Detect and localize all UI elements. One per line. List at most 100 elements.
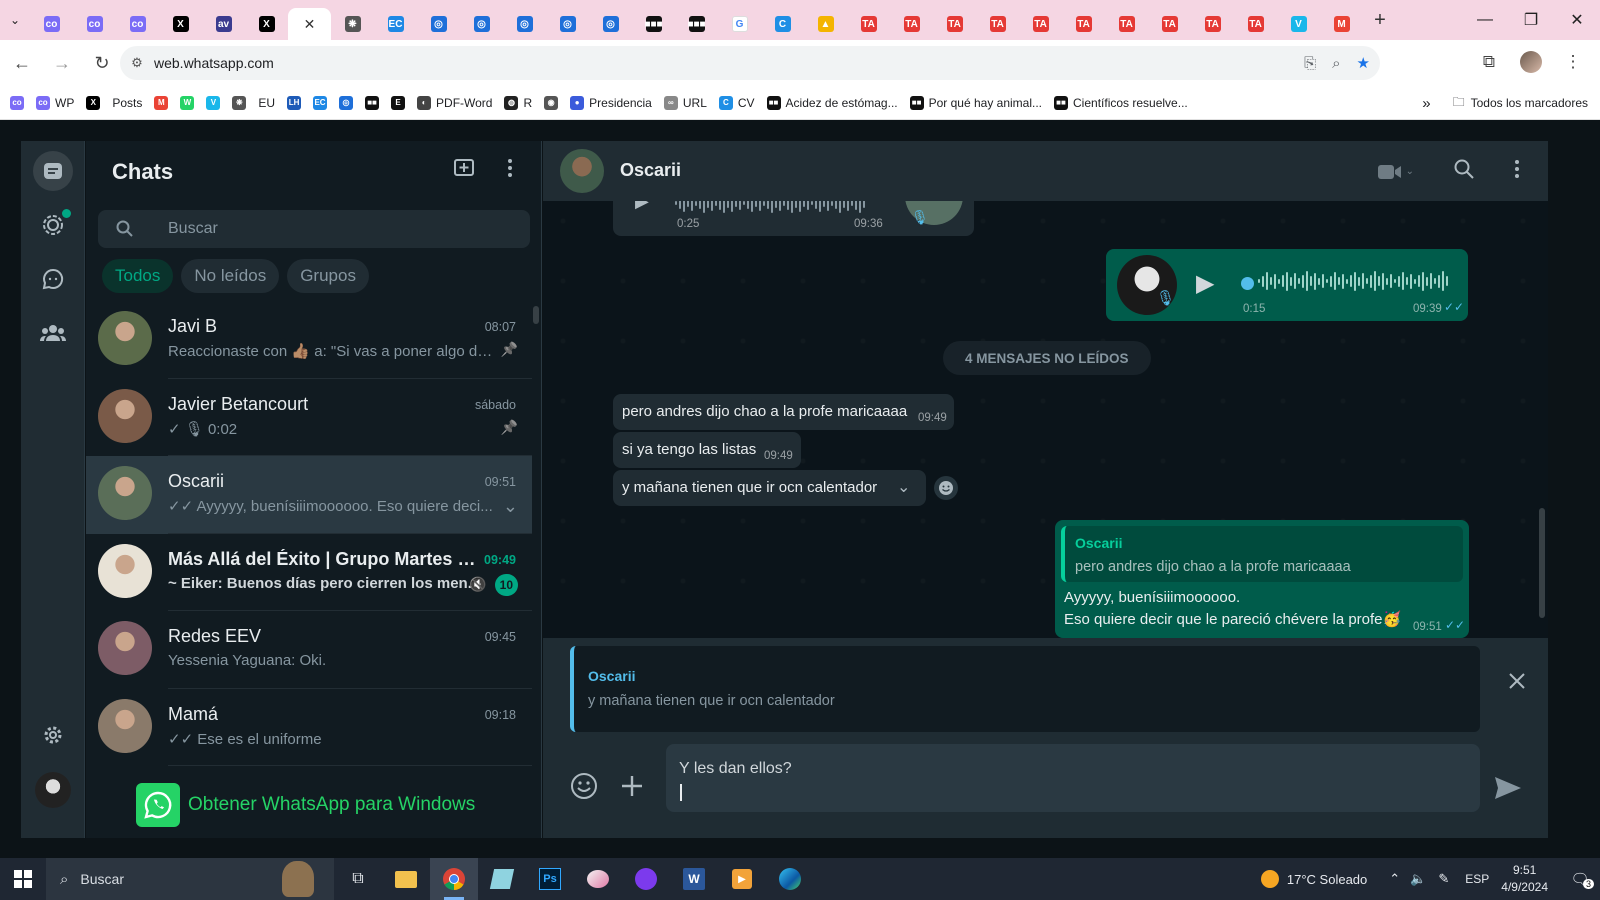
- channels-nav-icon[interactable]: [33, 259, 73, 299]
- browser-tab[interactable]: C: [761, 8, 804, 40]
- brave-browser-icon[interactable]: [622, 858, 670, 900]
- word-icon[interactable]: W: [670, 858, 718, 900]
- voice-progress-dot[interactable]: [1241, 277, 1254, 290]
- weather-sun-icon[interactable]: [1260, 870, 1279, 888]
- message-incoming[interactable]: pero andres dijo chao a la profe maricaa…: [613, 394, 954, 430]
- language-indicator[interactable]: ESP: [1465, 872, 1489, 886]
- react-emoji-icon[interactable]: [934, 476, 958, 500]
- bookmark-item[interactable]: X: [86, 95, 101, 110]
- browser-tab[interactable]: TA: [1148, 8, 1191, 40]
- contact-avatar[interactable]: [560, 149, 604, 193]
- messages-scrollbar[interactable]: [1539, 508, 1545, 618]
- message-options-chevron-icon[interactable]: ⌄: [897, 477, 910, 497]
- tab-search-button[interactable]: ⌄: [0, 0, 30, 40]
- message-outgoing-reply[interactable]: Oscarii pero andres dijo chao a la profe…: [1055, 520, 1469, 638]
- all-bookmarks-folder[interactable]: 🗀 Todos los marcadores: [1453, 93, 1588, 114]
- browser-tab[interactable]: TA: [1191, 8, 1234, 40]
- reply-preview[interactable]: Oscarii y mañana tienen que ir ocn calen…: [570, 646, 1480, 732]
- chrome-icon[interactable]: [430, 858, 478, 900]
- browser-tab[interactable]: ▲: [804, 8, 847, 40]
- notifications-icon[interactable]: 🗨 3: [1560, 870, 1600, 889]
- play-icon[interactable]: ▶: [635, 201, 649, 212]
- filter-unread[interactable]: No leídos: [181, 259, 280, 293]
- browser-tab[interactable]: ◎: [460, 8, 503, 40]
- task-view-icon[interactable]: ⧉: [334, 858, 382, 900]
- volume-icon[interactable]: 🔈: [1410, 871, 1426, 887]
- bookmark-item[interactable]: EC: [313, 95, 328, 110]
- emoji-icon[interactable]: [570, 772, 598, 805]
- browser-tab[interactable]: av: [202, 8, 245, 40]
- minimize-button[interactable]: —: [1462, 0, 1508, 40]
- browser-tab[interactable]: TA: [1234, 8, 1277, 40]
- bookmark-item[interactable]: Posts: [112, 96, 142, 110]
- more-bookmarks-icon[interactable]: »: [1422, 95, 1430, 112]
- pen-icon[interactable]: ✎: [1438, 871, 1449, 887]
- bookmark-item[interactable]: EU: [258, 96, 275, 110]
- browser-tab[interactable]: G: [718, 8, 761, 40]
- filter-groups[interactable]: Grupos: [287, 259, 369, 293]
- browser-tab[interactable]: co: [116, 8, 159, 40]
- voice-waveform[interactable]: [1258, 271, 1448, 291]
- chat-list-item[interactable]: Oscarii 09:51 ✓✓ Ayyyyy, buenísiiimoooooo.…: [86, 456, 532, 534]
- browser-tab[interactable]: ■■■: [675, 8, 718, 40]
- browser-tab[interactable]: TA: [1019, 8, 1062, 40]
- browser-tab[interactable]: TA: [890, 8, 933, 40]
- bookmark-item[interactable]: ◍ R: [504, 95, 532, 110]
- profile-avatar[interactable]: [1520, 51, 1542, 73]
- browser-tab[interactable]: EC: [374, 8, 417, 40]
- bookmark-item[interactable]: W: [180, 95, 195, 110]
- send-icon[interactable]: [1494, 776, 1522, 805]
- voice-message-outgoing[interactable]: 🎙 ▶ 0:15 09:39 ✓✓: [1106, 249, 1468, 321]
- sidebar-scrollbar[interactable]: [533, 306, 539, 324]
- new-chat-icon[interactable]: [453, 157, 475, 184]
- bookmark-item[interactable]: E: [391, 95, 406, 110]
- chats-nav-icon[interactable]: [33, 151, 73, 191]
- bookmark-item[interactable]: co: [10, 95, 24, 110]
- attach-plus-icon[interactable]: [620, 774, 644, 803]
- close-window-button[interactable]: ✕: [1554, 0, 1600, 40]
- clock[interactable]: 9:51 4/9/2024: [1501, 862, 1548, 896]
- bookmark-item[interactable]: co WP: [36, 95, 74, 110]
- edge-icon[interactable]: [766, 858, 814, 900]
- play-icon[interactable]: ▶: [1196, 269, 1214, 298]
- voice-waveform[interactable]: [675, 201, 865, 213]
- restore-button[interactable]: ❐: [1508, 0, 1554, 40]
- chat-list-item[interactable]: Javi B 08:07 Reaccionaste con 👍🏽 a: "Si va…: [86, 301, 532, 379]
- photoshop-icon[interactable]: Ps: [526, 858, 574, 900]
- bookmark-item[interactable]: ◎: [339, 95, 354, 110]
- address-bar[interactable]: ⚙ web.whatsapp.com ⎘ ⌕ ★: [120, 46, 1380, 80]
- browser-tab[interactable]: ◎: [417, 8, 460, 40]
- extensions-icon[interactable]: ⧉: [1472, 45, 1506, 79]
- bookmark-item[interactable]: ◐ PDF-Word: [417, 95, 492, 110]
- browser-tab[interactable]: ◎: [546, 8, 589, 40]
- browser-tab[interactable]: ■■■: [632, 8, 675, 40]
- message-incoming[interactable]: y mañana tienen que ir ocn calentador ⌄: [613, 470, 926, 506]
- start-button[interactable]: [0, 858, 46, 900]
- bookmark-item[interactable]: ■■ Científicos resuelve...: [1054, 95, 1188, 110]
- chat-list-item[interactable]: Redes EEV 09:45 Yessenia Yaguana: Oki.: [86, 611, 532, 689]
- bookmark-item[interactable]: ∞ URL: [663, 95, 707, 110]
- video-call-icon[interactable]: ⌄: [1377, 164, 1414, 180]
- settings-gear-icon[interactable]: [33, 715, 73, 755]
- browser-tab[interactable]: TA: [976, 8, 1019, 40]
- browser-tab[interactable]: ❋: [331, 8, 374, 40]
- bookmark-item[interactable]: C CV: [718, 95, 755, 110]
- bookmark-item[interactable]: ◉: [544, 95, 559, 110]
- bookmark-item[interactable]: ● Presidencia: [570, 95, 652, 110]
- search-messages-icon[interactable]: [1454, 159, 1474, 184]
- new-tab-button[interactable]: +: [1363, 0, 1397, 40]
- browser-tab[interactable]: TA: [933, 8, 976, 40]
- weather-text[interactable]: 17°C Soleado: [1287, 872, 1367, 887]
- message-incoming[interactable]: si ya tengo las listas 09:49: [613, 432, 801, 468]
- browser-tab[interactable]: TA: [847, 8, 890, 40]
- bookmark-item[interactable]: V: [206, 95, 221, 110]
- contact-name[interactable]: Oscarii: [620, 160, 681, 181]
- communities-nav-icon[interactable]: [33, 313, 73, 353]
- get-whatsapp-windows-banner[interactable]: Obtener WhatsApp para Windows: [86, 772, 541, 838]
- close-icon[interactable]: ✕: [304, 16, 316, 33]
- bookmark-item[interactable]: M: [154, 95, 169, 110]
- browser-tab[interactable]: ✕: [288, 8, 331, 40]
- taskbar-search[interactable]: ⌕ Buscar: [46, 858, 334, 900]
- reload-button[interactable]: ↻: [84, 45, 120, 81]
- tray-expand-icon[interactable]: ⌃: [1389, 871, 1400, 887]
